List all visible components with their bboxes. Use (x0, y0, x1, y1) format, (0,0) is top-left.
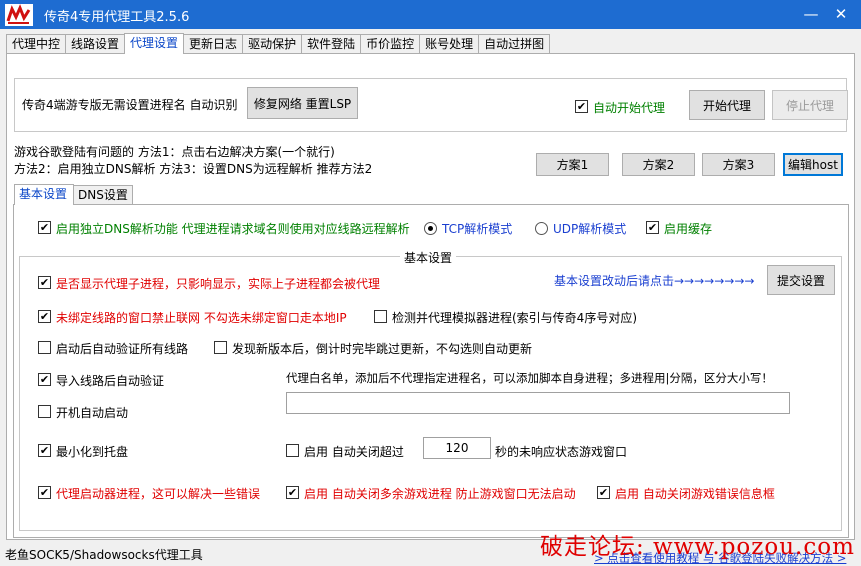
tcp-mode-radio[interactable] (424, 222, 437, 235)
tab-driver-protection[interactable]: 驱动保护 (242, 34, 303, 54)
udp-mode-radio[interactable] (535, 222, 548, 235)
tab-account-processing[interactable]: 账号处理 (419, 34, 480, 54)
whitelist-label: 代理白名单，添加后不代理指定进程名，可以添加脚本自身进程；多进程用|分隔，区分大… (286, 371, 773, 385)
google-fix-line2: 方法2：启用独立DNS解析 方法3：设置DNS为远程解析 推荐方法2 (14, 162, 373, 176)
submit-settings-button[interactable]: 提交设置 (767, 265, 835, 295)
close-error-dialog-label: 启用 自动关闭游戏错误信息框 (615, 487, 775, 501)
proxy-launcher-checkbox[interactable]: ✔ (38, 486, 51, 499)
google-fix-line1: 游戏谷歌登陆有问题的 方法1：点击右边解决方案(一个就行) (14, 145, 335, 159)
main-tabs: 代理中控 线路设置 代理设置 更新日志 驱动保护 软件登陆 币价监控 账号处理 … (6, 33, 551, 54)
verify-on-import-label: 导入线路后自动验证 (56, 374, 165, 388)
app-logo-icon (5, 4, 33, 26)
udp-mode-label: UDP解析模式 (553, 222, 627, 236)
show-child-process-checkbox[interactable]: ✔ (38, 276, 51, 289)
auto-start-label: 自动开始代理 (593, 101, 666, 115)
auto-close-suffix-label: 秒的未响应状态游戏窗口 (495, 445, 628, 459)
tab-auto-puzzle[interactable]: 自动过拼图 (478, 34, 551, 54)
autostart-boot-label: 开机自动启动 (56, 406, 129, 420)
tab-proxy-control[interactable]: 代理中控 (6, 34, 67, 54)
enable-cache-checkbox[interactable]: ✔ (646, 221, 659, 234)
skip-update-label: 发现新版本后，倒计时完毕跳过更新，不勾选则自动更新 (232, 342, 533, 356)
tab-coin-price-monitor[interactable]: 币价监控 (360, 34, 421, 54)
enable-cache-label: 启用缓存 (664, 222, 713, 236)
verify-on-start-checkbox[interactable] (38, 341, 51, 354)
minimize-button[interactable]: — (800, 3, 822, 25)
tcp-mode-label: TCP解析模式 (442, 222, 513, 236)
detect-emulator-checkbox[interactable] (374, 310, 387, 323)
window-title: 传奇4专用代理工具2.5.6 (44, 10, 190, 25)
autostart-boot-checkbox[interactable] (38, 405, 51, 418)
tab-update-log[interactable]: 更新日志 (183, 34, 244, 54)
plan3-button[interactable]: 方案3 (702, 153, 775, 176)
tab-line-settings[interactable]: 线路设置 (65, 34, 126, 54)
edit-host-button[interactable]: 编辑host (783, 153, 843, 176)
close-extra-process-label: 启用 自动关闭多余游戏进程 防止游戏窗口无法启动 (304, 487, 576, 501)
enable-dns-checkbox[interactable]: ✔ (38, 221, 51, 234)
forum-watermark: 破走论坛: www.pozou.com (540, 534, 855, 560)
plan1-button[interactable]: 方案1 (536, 153, 609, 176)
verify-on-import-checkbox[interactable]: ✔ (38, 373, 51, 386)
auto-detect-desc: 传奇4端游专版无需设置进程名 自动识别 (22, 98, 238, 112)
tab-software-login[interactable]: 软件登陆 (301, 34, 362, 54)
close-button[interactable]: ✕ (830, 3, 852, 25)
subtab-dns-settings[interactable]: DNS设置 (73, 185, 133, 205)
status-text: 老鱼SOCK5/Shadowsocks代理工具 (5, 548, 203, 562)
proxy-settings-panel: 传奇4端游专版无需设置进程名 自动识别 修复网络 重置LSP ✔ 自动开始代理 … (6, 53, 855, 540)
auto-start-checkbox[interactable]: ✔ (575, 100, 588, 113)
whitelist-input[interactable] (286, 392, 790, 414)
block-unbound-checkbox[interactable]: ✔ (38, 310, 51, 323)
start-proxy-button[interactable]: 开始代理 (689, 90, 765, 120)
subtab-basic-settings[interactable]: 基本设置 (14, 184, 74, 205)
show-child-process-label: 是否显示代理子进程，只影响显示，实际上子进程都会被代理 (56, 277, 381, 291)
plan2-button[interactable]: 方案2 (622, 153, 695, 176)
auto-close-unresponsive-checkbox[interactable] (286, 444, 299, 457)
detect-emulator-label: 检测并代理模拟器进程(索引与传奇4序号对应) (392, 311, 637, 325)
proxy-launcher-label: 代理启动器进程，这可以解决一些错误 (56, 487, 261, 501)
tab-proxy-settings[interactable]: 代理设置 (124, 33, 185, 54)
skip-update-checkbox[interactable] (214, 341, 227, 354)
repair-network-button[interactable]: 修复网络 重置LSP (247, 87, 358, 119)
close-extra-process-checkbox[interactable]: ✔ (286, 486, 299, 499)
close-error-dialog-checkbox[interactable]: ✔ (597, 486, 610, 499)
enable-dns-label: 启用独立DNS解析功能 代理进程请求域名则使用对应线路远程解析 (56, 222, 410, 236)
block-unbound-label: 未绑定线路的窗口禁止联网 不勾选未绑定窗口走本地IP (56, 311, 347, 325)
submit-hint: 基本设置改动后请点击→→→→→→→→ (554, 274, 755, 288)
minimize-tray-label: 最小化到托盘 (56, 445, 129, 459)
title-bar: 传奇4专用代理工具2.5.6 — ✕ (0, 0, 861, 29)
minimize-tray-checkbox[interactable]: ✔ (38, 444, 51, 457)
basic-settings-legend: 基本设置 (400, 249, 457, 266)
stop-proxy-button[interactable]: 停止代理 (772, 90, 848, 120)
radio-selected-dot (428, 226, 433, 231)
auto-close-prefix-label: 启用 自动关闭超过 (304, 445, 404, 459)
verify-on-start-label: 启动后自动验证所有线路 (56, 342, 189, 356)
auto-close-seconds-input[interactable] (423, 437, 491, 459)
